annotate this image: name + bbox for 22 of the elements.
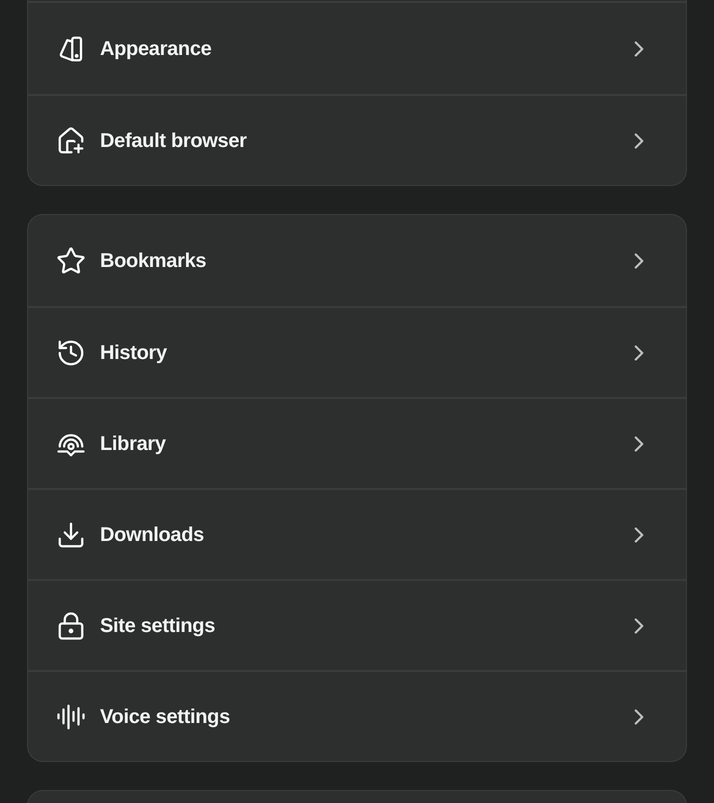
settings-row[interactable]: Library [28,397,686,488]
audio-lines-icon [56,702,86,732]
history-icon [56,338,86,368]
settings-row[interactable]: Bookmarks [28,215,686,306]
settings-row[interactable]: Voice settings [28,670,686,761]
lock-icon [56,610,86,640]
download-icon [56,520,86,550]
settings-row[interactable]: Downloads [28,488,686,579]
star-icon [56,246,86,276]
settings-row[interactable]: Site settings [28,579,686,670]
row-label: Default browser [100,128,248,154]
settings-row[interactable]: Appearance [28,3,686,94]
row-label: Site settings [100,614,216,638]
row-label: History [100,340,168,366]
settings-row[interactable]: History [28,306,686,397]
settings-row[interactable]: Default browser [28,94,686,185]
row-label: Voice settings [100,704,231,730]
row-label: Library [100,432,167,456]
row-label: Bookmarks [100,248,208,274]
row-label: Downloads [100,522,205,548]
row-label: Appearance [100,36,212,62]
house-plus-icon [56,126,86,156]
